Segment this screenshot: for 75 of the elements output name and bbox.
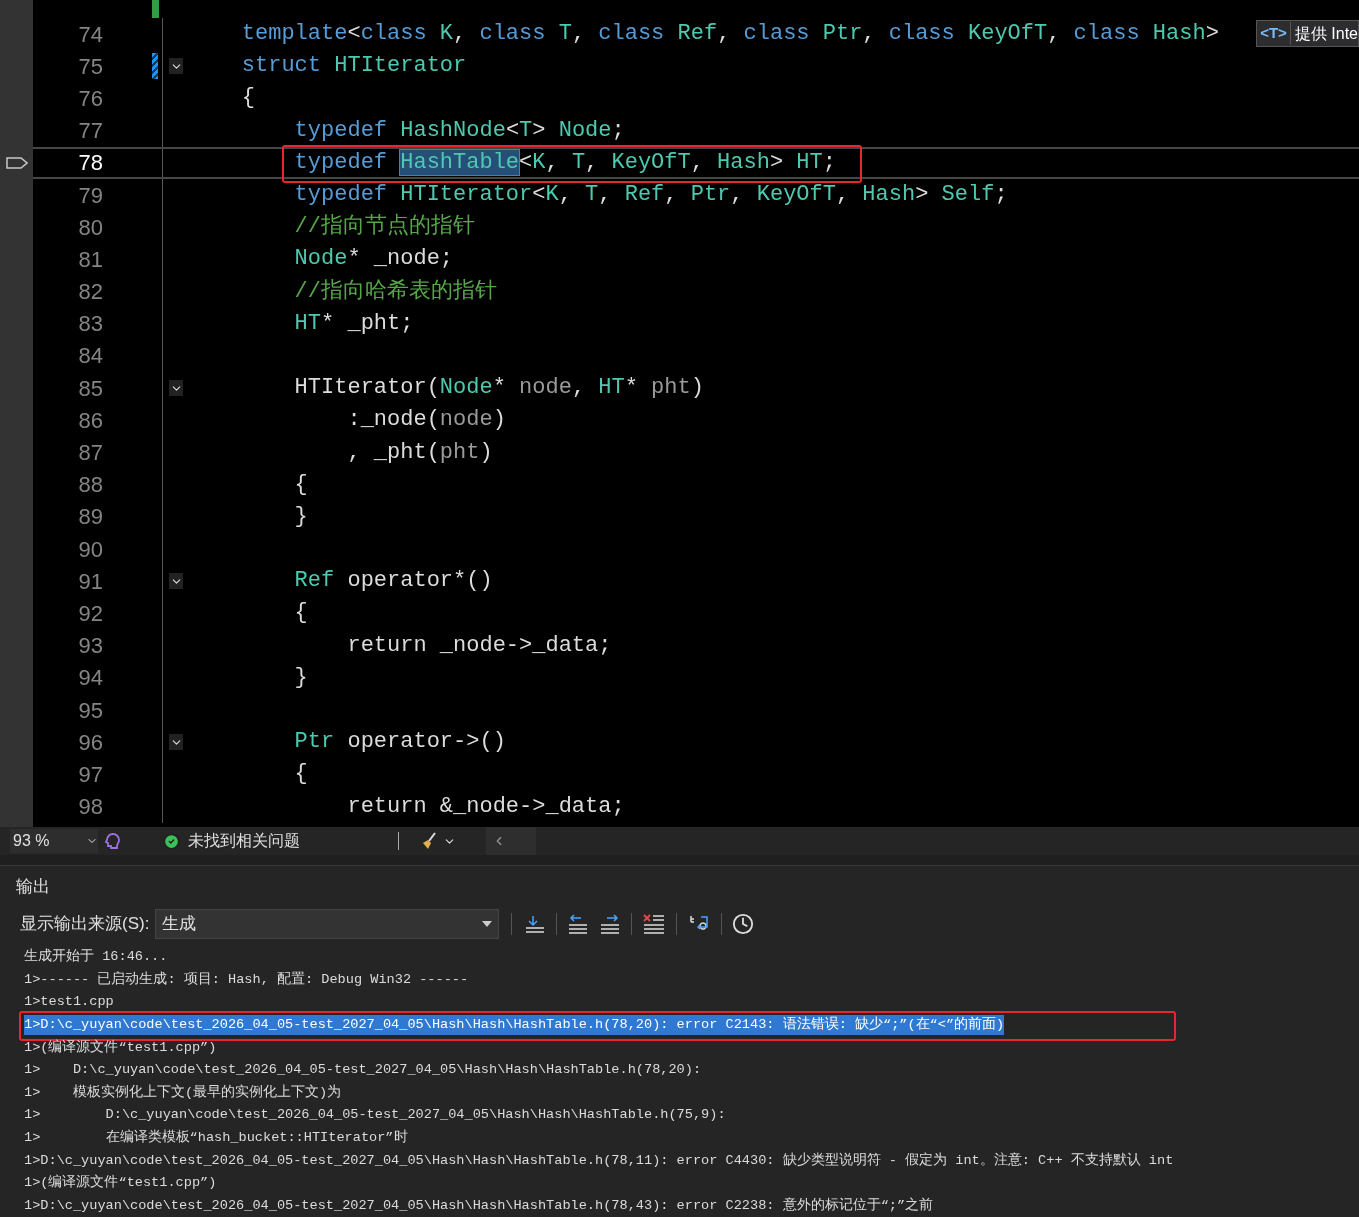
line-number: 95: [78, 696, 103, 725]
line-number: 76: [78, 84, 103, 113]
code-line: {: [293, 602, 308, 625]
code-line: HTIterator(Node* node, HT* pht): [293, 377, 704, 400]
output-line: 1> D:\c_yuyan\code\test_2026_04_05-test_2027_04_05\Hash\Hash\HashTable.h(78,20):: [24, 1061, 702, 1080]
source-label: 显示输出来源(S):: [20, 913, 150, 936]
panel-title: 输出: [16, 876, 51, 899]
type-badge: <T>: [1257, 22, 1291, 45]
code-line: return _node->_data;: [346, 634, 612, 657]
line-number: 92: [78, 599, 103, 628]
line-number: 96: [78, 728, 103, 757]
line-number: 85: [78, 374, 103, 403]
check-icon: [163, 832, 180, 850]
output-line: 1> 模板实例化上下文(最早的实例化上下文)为: [24, 1083, 342, 1102]
collapse-icon[interactable]: [169, 58, 183, 75]
code-line: template<class K, class T, class Ref, class Ptr, class KeyOfT, class Hash>: [240, 23, 1219, 46]
zoom-dropdown[interactable]: 93 %: [10, 829, 98, 854]
line-number: 89: [78, 503, 103, 532]
output-line: 1>D:\c_yuyan\code\test_2026_04_05-test_2027_04_05\Hash\Hash\HashTable.h(78,43): error C2238: 意外的标记位于“;”之前: [24, 1196, 934, 1215]
issues-status[interactable]: 未找到相关问题: [188, 829, 300, 854]
output-line: 1>(编译源文件“test1.cpp”): [24, 1173, 217, 1193]
code-line: typedef HashTable<K, T, KeyOfT, Hash> HT;: [293, 151, 836, 174]
line-number: 75: [78, 52, 103, 81]
code-line: }: [293, 505, 308, 528]
line-number: 84: [78, 342, 103, 371]
line-number: 81: [78, 245, 103, 274]
line-number: 98: [78, 793, 103, 822]
previous-message-icon[interactable]: [567, 912, 590, 935]
output-line: 1> 在编译类模板“hash_bucket::HTIterator”时: [24, 1128, 408, 1147]
line-number: 90: [78, 535, 103, 564]
line-number: 94: [78, 664, 103, 693]
line-number: 83: [78, 310, 103, 339]
code-line: HT* _pht;: [293, 312, 414, 335]
code-line: Node* _node;: [293, 248, 454, 271]
line-number: 82: [78, 278, 103, 307]
line-number: 93: [78, 632, 103, 661]
code-line: struct HTIterator: [240, 55, 467, 78]
line-number: 86: [78, 406, 103, 435]
code-line: typedef HashNode<T> Node;: [293, 119, 625, 142]
clear-all-icon[interactable]: [642, 912, 667, 935]
line-number: 97: [78, 760, 103, 789]
code-line: , _pht(pht): [346, 441, 493, 464]
line-number: 74: [78, 20, 103, 49]
code-line: {: [240, 87, 255, 110]
output-line: 1>------ 已启动生成: 项目: Hash, 配置: Debug Win32 ------: [24, 970, 469, 989]
output-line: 1>test1.cpp: [24, 993, 114, 1012]
code-line: Ptr operator->(): [293, 731, 506, 754]
line-number: 91: [78, 567, 103, 596]
caret-icon[interactable]: [482, 920, 493, 927]
code-line: {: [293, 763, 308, 786]
collapse-icon[interactable]: [169, 734, 183, 751]
next-message-icon[interactable]: [599, 912, 622, 935]
change-bar: [152, 0, 159, 18]
tooltip-text: 提供 Inte: [1293, 23, 1358, 44]
code-line: {: [293, 473, 308, 496]
output-line: 1> D:\c_yuyan\code\test_2026_04_05-test_2027_04_05\Hash\Hash\HashTable.h(75,9):: [24, 1106, 726, 1125]
output-line: 1>(编译源文件“test1.cpp”): [24, 1038, 217, 1057]
output-line: 1>D:\c_yuyan\code\test_2026_04_05-test_2027_04_05\Hash\Hash\HashTable.h(78,11): error C4430: 缺少类型说明符 - 假定为 int。注意: C++ 不支持默认 int: [24, 1151, 1174, 1170]
line-number: 80: [78, 213, 103, 242]
code-line: }: [293, 666, 308, 689]
line-number: 79: [78, 181, 103, 210]
collapse-icon[interactable]: [169, 573, 183, 590]
line-number: 77: [78, 117, 103, 146]
line-number: 78: [78, 149, 103, 178]
line-number: 87: [78, 439, 103, 468]
code-line: :_node(node): [346, 409, 506, 432]
collapse-icon[interactable]: [169, 380, 183, 397]
clock-icon[interactable]: [732, 912, 755, 935]
code-line: //指向哈希表的指针: [293, 280, 498, 303]
source-dropdown[interactable]: 生成: [155, 908, 500, 939]
code-line: return &_node->_data;: [346, 795, 625, 818]
code-line: typedef HTIterator<K, T, Ref, Ptr, KeyOfT, Hash> Self;: [293, 184, 1008, 207]
code-line: Ref operator*(): [293, 570, 493, 593]
line-number: 88: [78, 471, 103, 500]
output-line: 生成开始于 16:46...: [24, 947, 168, 967]
